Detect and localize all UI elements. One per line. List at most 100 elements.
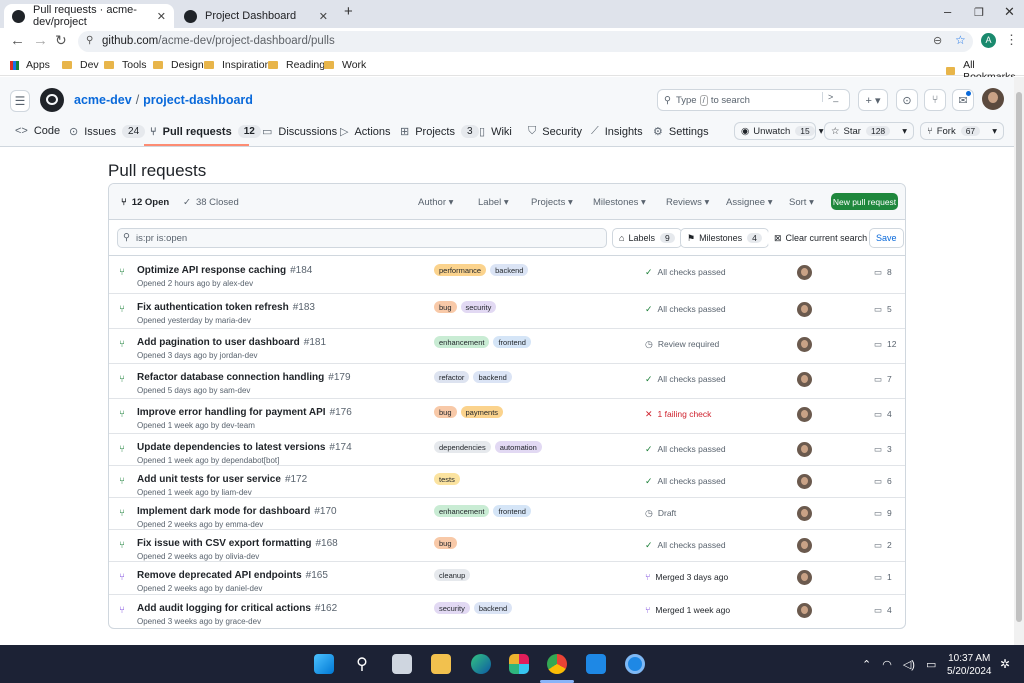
pr-check-status[interactable]: ◷ Review required <box>645 339 719 350</box>
pr-row[interactable]: ⑂ Improve error handling for payment API #… <box>109 399 905 434</box>
pr-check-status[interactable]: ⑂ Merged 1 week ago <box>645 605 730 615</box>
bookmark-design[interactable]: Design <box>153 59 204 71</box>
pr-comments[interactable]: ▭ 4 <box>874 605 892 616</box>
pr-label[interactable]: bug <box>434 406 457 418</box>
close-tab-icon[interactable]: ✕ <box>319 10 328 23</box>
pr-row[interactable]: ⑂ Update dependencies to latest versions #… <box>109 434 905 466</box>
search-input[interactable]: ⚲ Type / to search >_ <box>657 89 850 111</box>
reload-icon[interactable]: ↻ <box>55 32 67 49</box>
tab-pull-requests[interactable]: ⑂ Pull requests 12 <box>150 125 261 138</box>
avatar[interactable] <box>797 506 812 521</box>
bookmark-reading[interactable]: Reading <box>268 59 325 71</box>
close-window-icon[interactable]: ✕ <box>1004 4 1015 20</box>
bookmark-work[interactable]: Work <box>324 59 366 71</box>
task-view-icon[interactable] <box>392 654 412 674</box>
pr-title[interactable]: Add unit tests for user service <box>137 474 281 485</box>
pr-label[interactable]: backend <box>473 602 513 614</box>
avatar[interactable] <box>797 538 812 553</box>
pr-check-status[interactable]: ✓ All checks passed <box>645 374 726 385</box>
pr-title[interactable]: Improve error handling for payment API <box>137 407 326 418</box>
restore-icon[interactable]: ❐ <box>974 6 984 19</box>
avatar[interactable] <box>797 442 812 457</box>
pr-title[interactable]: Update dependencies to latest versions <box>137 442 325 453</box>
search-icon[interactable]: ⚲ <box>352 654 372 674</box>
chevron-up-icon[interactable]: ⌃ <box>862 658 871 671</box>
pr-label[interactable]: enhancement <box>434 336 490 348</box>
labels-button[interactable]: ⌂ Labels 9 <box>612 228 682 248</box>
repo-owner-link[interactable]: acme-dev <box>74 93 132 107</box>
zoom-icon[interactable]: ⊖ <box>933 34 942 47</box>
pr-label[interactable]: performance <box>434 264 487 276</box>
pr-check-status[interactable]: ⑂ Merged 3 days ago <box>645 572 728 582</box>
pr-check-status[interactable]: ✕ 1 failing check <box>645 409 711 420</box>
pr-check-status[interactable]: ✓ All checks passed <box>645 540 726 551</box>
pr-label[interactable]: bug <box>434 537 457 549</box>
author-filter[interactable]: Author ▾ <box>418 197 453 208</box>
battery-icon[interactable]: ▭ <box>926 658 936 671</box>
browser-tab-active[interactable]: Pull requests · acme-dev/project ✕ <box>4 4 174 28</box>
pr-check-status[interactable]: ✓ All checks passed <box>645 444 726 455</box>
assignee-filter[interactable]: Assignee ▾ <box>726 197 773 208</box>
pr-row[interactable]: ⑂ Remove deprecated API endpoints #165 Open… <box>109 562 905 595</box>
hamburger-menu-icon[interactable]: ☰ <box>10 90 30 112</box>
avatar[interactable] <box>797 265 812 280</box>
pr-row[interactable]: ⑂ Fix issue with CSV export formatting #16… <box>109 530 905 562</box>
bookmark-tools[interactable]: Tools <box>104 59 147 71</box>
save-button[interactable]: Save <box>869 228 904 248</box>
fork-button[interactable]: ⑂ Fork 67 ▾ <box>920 122 1004 140</box>
notifications-icon[interactable]: ✲ <box>1000 657 1010 671</box>
pr-label[interactable]: dependencies <box>434 441 491 453</box>
pr-label[interactable]: security <box>434 602 470 614</box>
pr-row[interactable]: ⑂ Add pagination to user dashboard #181 Ope… <box>109 329 905 364</box>
pr-comments[interactable]: ▭ 9 <box>874 508 892 519</box>
tab-security[interactable]: ⛉ Security <box>528 125 582 138</box>
tab-discussions[interactable]: ▭ Discussions <box>262 125 337 139</box>
pr-row[interactable]: ⑂ Add audit logging for critical actions #… <box>109 595 905 628</box>
pr-label[interactable]: frontend <box>493 336 531 348</box>
pr-title[interactable]: Fix authentication token refresh <box>137 302 289 313</box>
inbox-icon[interactable]: ✉ <box>952 89 974 111</box>
pr-comments[interactable]: ▭ 7 <box>874 374 892 385</box>
avatar[interactable] <box>797 302 812 317</box>
pr-row[interactable]: ⑂ Implement dark mode for dashboard #170 Op… <box>109 498 905 530</box>
github-logo-icon[interactable] <box>40 88 64 112</box>
pr-check-status[interactable]: ✓ All checks passed <box>645 304 726 315</box>
command-palette-icon[interactable]: >_ <box>822 92 838 102</box>
avatar[interactable] <box>797 570 812 585</box>
pr-label[interactable]: refactor <box>434 371 470 383</box>
pr-row[interactable]: ⑂ Refactor database connection handling #1… <box>109 364 905 399</box>
profile-avatar[interactable]: A <box>981 33 996 48</box>
avatar[interactable] <box>797 603 812 618</box>
pr-label[interactable]: bug <box>434 301 457 313</box>
bookmark-dev[interactable]: Dev <box>62 59 99 71</box>
repo-name-link[interactable]: project-dashboard <box>143 93 253 107</box>
close-tab-icon[interactable]: ✕ <box>157 10 166 23</box>
pr-check-status[interactable]: ◷ Draft <box>645 508 676 519</box>
pr-comments[interactable]: ▭ 12 <box>874 339 897 350</box>
pr-comments[interactable]: ▭ 6 <box>874 476 892 487</box>
issues-icon[interactable]: ⊙ <box>896 89 918 111</box>
projects-filter[interactable]: Projects ▾ <box>531 197 573 208</box>
bookmark-inspiration[interactable]: Inspiration <box>204 59 270 71</box>
forward-icon[interactable]: → <box>33 32 48 49</box>
pr-title[interactable]: Fix issue with CSV export formatting <box>137 538 311 549</box>
tab-projects[interactable]: ⊞ Projects 3 <box>400 125 479 138</box>
pr-comments[interactable]: ▭ 8 <box>874 267 892 278</box>
tab-code[interactable]: <> Code <box>15 125 60 137</box>
browser-tab[interactable]: Project Dashboard ✕ <box>176 4 336 28</box>
pr-title[interactable]: Add audit logging for critical actions <box>137 603 311 614</box>
clear-search-button[interactable]: ⊠ Clear current search <box>768 228 874 248</box>
chrome-icon[interactable] <box>547 654 567 674</box>
milestones-filter[interactable]: Milestones ▾ <box>593 197 646 208</box>
pr-check-status[interactable]: ✓ All checks passed <box>645 476 726 487</box>
wifi-icon[interactable]: ◠ <box>882 658 892 671</box>
pr-label[interactable]: backend <box>490 264 529 276</box>
pr-row[interactable]: ⑂ Fix authentication token refresh #183 Ope… <box>109 294 905 329</box>
pr-comments[interactable]: ▭ 4 <box>874 409 892 420</box>
pr-search-input[interactable]: ⚲ is:pr is:open <box>117 228 607 248</box>
avatar[interactable] <box>797 407 812 422</box>
site-info-icon[interactable]: ⚲ <box>86 35 93 46</box>
vscode-icon[interactable] <box>586 654 606 674</box>
reviews-filter[interactable]: Reviews ▾ <box>666 197 709 208</box>
pr-title[interactable]: Refactor database connection handling <box>137 372 324 383</box>
